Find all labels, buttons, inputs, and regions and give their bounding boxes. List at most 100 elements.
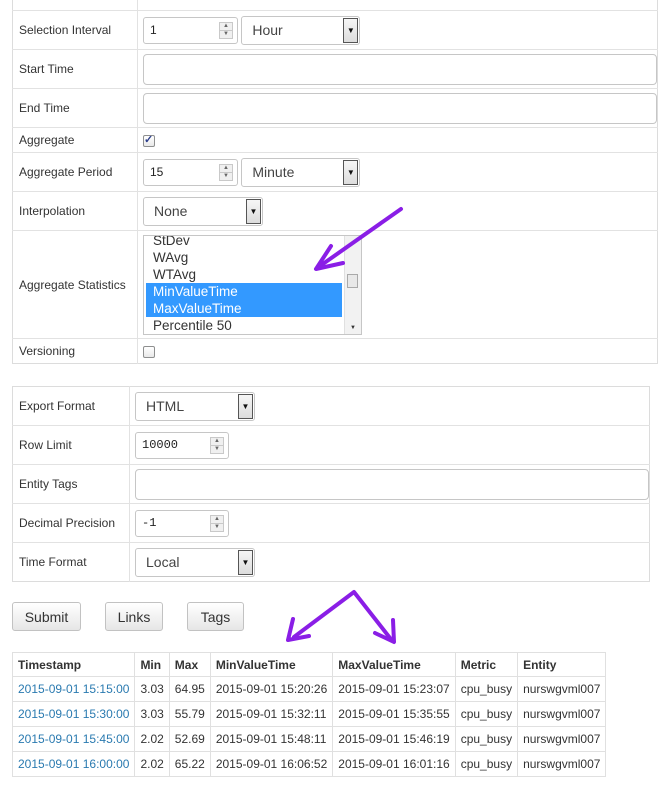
column-header-metric: Metric xyxy=(454,652,519,677)
table-row: 2015-09-01 15:45:00 2.02 52.69 2015-09-0… xyxy=(11,726,607,752)
statistic-option-wtavg[interactable]: WTAvg xyxy=(146,266,342,283)
spinner-down-icon[interactable]: ▼ xyxy=(211,444,223,453)
spinner-arrows[interactable]: ▲ ▼ xyxy=(210,514,224,532)
column-header-timestamp: Timestamp xyxy=(11,652,136,677)
interpolation-label: Interpolation xyxy=(12,191,138,231)
spinner-up-icon[interactable]: ▲ xyxy=(220,164,232,172)
entity-cell: nurswgvml007 xyxy=(517,751,607,777)
interpolation-value: None xyxy=(154,203,188,219)
max-cell: 52.69 xyxy=(168,726,211,752)
max-cell: 55.79 xyxy=(168,701,211,727)
export-form: Export Format HTML ▼ Row Limit 10000 ▲ ▼ … xyxy=(12,386,650,582)
spinner-down-icon[interactable]: ▼ xyxy=(211,522,223,531)
versioning-checkbox[interactable] xyxy=(143,345,155,358)
export-format-select[interactable]: HTML ▼ xyxy=(135,391,255,421)
metric-cell: cpu_busy xyxy=(454,701,519,727)
submit-button[interactable]: Submit xyxy=(12,602,81,631)
spinner-down-icon[interactable]: ▼ xyxy=(220,171,232,180)
interpolation-select[interactable]: None ▼ xyxy=(143,196,263,226)
aggregate-period-count-value: 15 xyxy=(150,165,164,179)
annotation-arrow-results-left-head xyxy=(286,617,311,642)
selection-interval-unit-select[interactable]: Hour ▼ xyxy=(241,15,361,45)
spinner-up-icon[interactable]: ▲ xyxy=(220,22,232,30)
selection-interval-count[interactable]: 1 ▲ ▼ xyxy=(143,16,238,44)
listbox-scroll-thumb[interactable] xyxy=(347,273,358,288)
annotation-arrow-results-shaft xyxy=(292,590,392,640)
statistic-option-percentile-50[interactable]: Percentile 50 xyxy=(146,317,342,334)
dropdown-arrow-icon[interactable]: ▼ xyxy=(238,549,253,575)
selection-interval-label: Selection Interval xyxy=(12,10,138,50)
row-limit-input[interactable]: 10000 ▲ ▼ xyxy=(135,431,229,459)
spinner-up-icon[interactable]: ▲ xyxy=(211,437,223,445)
metric-cell: cpu_busy xyxy=(454,676,519,702)
selection-interval-count-value: 1 xyxy=(150,23,157,37)
hidden-row-control xyxy=(138,0,658,11)
hidden-row-label xyxy=(12,0,138,11)
statistic-option-minvaluetime[interactable]: MinValueTime xyxy=(146,282,342,300)
export-format-value: HTML xyxy=(146,398,185,414)
aggregate-checkbox[interactable]: ✓ xyxy=(143,133,155,147)
aggregate-statistics-options: StDev WAvg WTAvg MinValueTime MaxValueTi… xyxy=(146,236,342,334)
maxvaluetime-cell: 2015-09-01 16:01:16 xyxy=(332,751,456,777)
spinner-up-icon[interactable]: ▲ xyxy=(211,515,223,523)
tags-button[interactable]: Tags xyxy=(187,602,244,631)
aggregate-period-unit-select[interactable]: Minute ▼ xyxy=(241,157,361,187)
minvaluetime-cell: 2015-09-01 15:20:26 xyxy=(209,676,334,702)
selection-interval-unit-value: Hour xyxy=(252,22,283,38)
aggregate-label: Aggregate xyxy=(12,127,138,153)
time-format-label: Time Format xyxy=(12,542,130,582)
decimal-precision-input[interactable]: -1 ▲ ▼ xyxy=(135,509,229,537)
statistic-option-stdev[interactable]: StDev xyxy=(146,236,342,249)
table-row: 2015-09-01 15:30:00 3.03 55.79 2015-09-0… xyxy=(11,701,607,727)
end-time-input[interactable] xyxy=(143,92,657,124)
start-time-label: Start Time xyxy=(12,49,138,89)
min-cell: 2.02 xyxy=(134,726,170,752)
entity-tags-input[interactable] xyxy=(135,468,649,500)
spinner-arrows[interactable]: ▲ ▼ xyxy=(210,436,224,454)
timestamp-link[interactable]: 2015-09-01 15:45:00 xyxy=(11,726,136,752)
column-header-max: Max xyxy=(168,652,211,677)
time-format-value: Local xyxy=(146,554,180,570)
versioning-label: Versioning xyxy=(12,338,138,364)
column-header-minvaluetime: MinValueTime xyxy=(209,652,334,677)
metric-cell: cpu_busy xyxy=(454,751,519,777)
maxvaluetime-cell: 2015-09-01 15:46:19 xyxy=(332,726,456,752)
scroll-down-icon[interactable]: ▼ xyxy=(350,325,356,331)
start-time-input[interactable] xyxy=(143,53,657,85)
spinner-arrows[interactable]: ▲ ▼ xyxy=(219,21,233,39)
aggregate-statistics-label: Aggregate Statistics xyxy=(12,230,138,339)
aggregate-period-count[interactable]: 15 ▲ ▼ xyxy=(143,158,238,186)
dropdown-arrow-icon[interactable]: ▼ xyxy=(343,159,359,185)
aggregate-statistics-listbox[interactable]: StDev WAvg WTAvg MinValueTime MaxValueTi… xyxy=(143,234,362,335)
listbox-scrollbar[interactable]: ▼ xyxy=(344,235,361,334)
checkmark-icon: ✓ xyxy=(144,133,154,146)
entity-cell: nurswgvml007 xyxy=(517,701,607,727)
end-time-label: End Time xyxy=(12,88,138,128)
time-format-select[interactable]: Local ▼ xyxy=(135,547,255,577)
links-button[interactable]: Links xyxy=(105,602,163,631)
minvaluetime-cell: 2015-09-01 16:06:52 xyxy=(209,751,334,777)
aggregate-period-label: Aggregate Period xyxy=(12,152,138,192)
timestamp-link[interactable]: 2015-09-01 15:30:00 xyxy=(11,701,136,727)
column-header-min: Min xyxy=(134,652,170,677)
annotation-arrow-results-right-head xyxy=(373,618,396,644)
spinner-down-icon[interactable]: ▼ xyxy=(220,29,232,38)
min-cell: 3.03 xyxy=(134,676,170,702)
results-header-row: Timestamp Min Max MinValueTime MaxValueT… xyxy=(11,652,607,677)
query-form: Selection Interval 1 ▲ ▼ Hour ▼ Start Tim… xyxy=(12,0,658,364)
table-row: 2015-09-01 15:15:00 3.03 64.95 2015-09-0… xyxy=(11,676,607,702)
entity-tags-label: Entity Tags xyxy=(12,464,130,504)
statistic-option-wavg[interactable]: WAvg xyxy=(146,249,342,266)
row-limit-value: 10000 xyxy=(142,438,179,452)
statistic-option-maxvaluetime[interactable]: MaxValueTime xyxy=(146,299,342,317)
spinner-arrows[interactable]: ▲ ▼ xyxy=(219,163,233,181)
timestamp-link[interactable]: 2015-09-01 15:15:00 xyxy=(11,676,136,702)
dropdown-arrow-icon[interactable]: ▼ xyxy=(343,17,359,43)
min-cell: 3.03 xyxy=(134,701,170,727)
timestamp-link[interactable]: 2015-09-01 16:00:00 xyxy=(11,751,136,777)
dropdown-arrow-icon[interactable]: ▼ xyxy=(246,198,261,224)
minvaluetime-cell: 2015-09-01 15:32:11 xyxy=(209,701,334,727)
minvaluetime-cell: 2015-09-01 15:48:11 xyxy=(209,726,334,752)
maxvaluetime-cell: 2015-09-01 15:23:07 xyxy=(332,676,456,702)
dropdown-arrow-icon[interactable]: ▼ xyxy=(238,393,253,419)
